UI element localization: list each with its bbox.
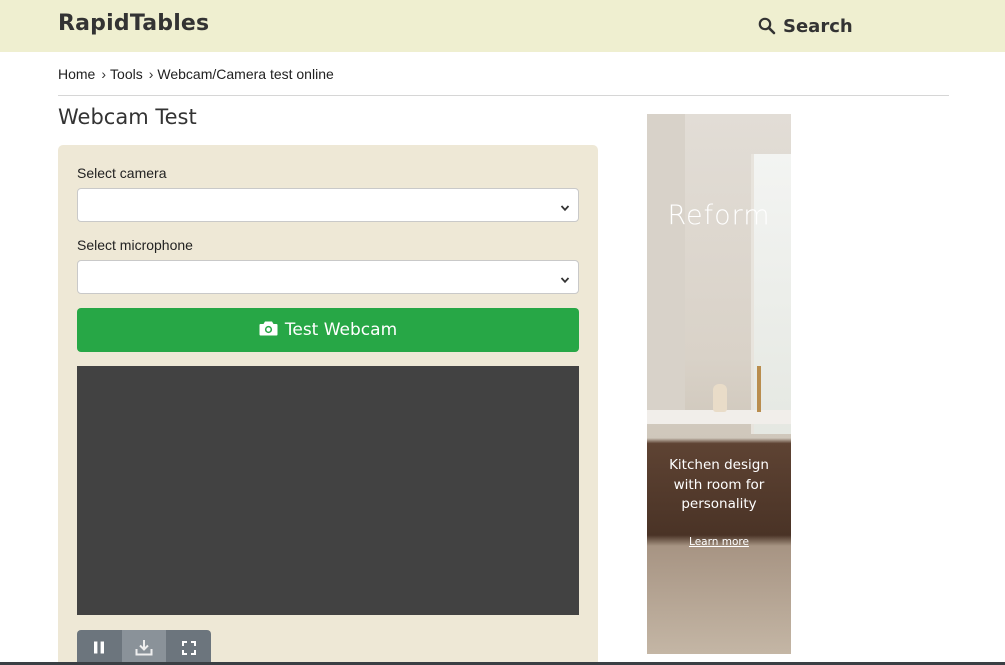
breadcrumb-current[interactable]: Webcam/Camera test online xyxy=(157,66,333,82)
test-webcam-label: Test Webcam xyxy=(284,320,398,340)
chevron-down-icon xyxy=(560,200,570,218)
video-controls xyxy=(77,630,211,665)
search-label: Search xyxy=(783,15,853,37)
microphone-label: Select microphone xyxy=(77,237,193,253)
breadcrumb-tools[interactable]: Tools xyxy=(110,66,143,82)
page-title: Webcam Test xyxy=(58,105,197,129)
ad-learn-more-link[interactable]: Learn more xyxy=(647,536,791,548)
chevron-down-icon xyxy=(560,272,570,290)
ad-image-vase xyxy=(713,384,727,412)
microphone-select[interactable] xyxy=(77,260,579,294)
pause-button[interactable] xyxy=(77,630,122,665)
test-webcam-button[interactable]: Test Webcam xyxy=(77,308,579,352)
fullscreen-button[interactable] xyxy=(166,630,211,665)
download-icon xyxy=(135,639,153,661)
ad-brand: Reform xyxy=(667,200,771,231)
camera-label: Select camera xyxy=(77,165,167,181)
webcam-panel: Select camera Select microphone Test Web… xyxy=(58,145,598,665)
search-icon xyxy=(758,17,776,35)
breadcrumb-separator: › xyxy=(148,66,154,82)
search-button[interactable]: Search xyxy=(758,13,853,39)
breadcrumb: Home › Tools › Webcam/Camera test online xyxy=(58,66,334,82)
ad-image-counter xyxy=(647,410,791,424)
video-preview xyxy=(77,366,579,615)
ad-tagline: Kitchen design with room for personality xyxy=(669,457,769,512)
pause-icon xyxy=(93,641,105,659)
breadcrumb-separator: › xyxy=(101,66,107,82)
top-header: RapidTables Search xyxy=(0,0,1005,52)
camera-icon xyxy=(259,320,278,341)
breadcrumb-home[interactable]: Home xyxy=(58,66,95,82)
site-logo[interactable]: RapidTables xyxy=(58,11,209,36)
camera-select[interactable] xyxy=(77,188,579,222)
divider xyxy=(58,95,949,96)
ad-image-tap xyxy=(757,366,761,412)
fullscreen-icon xyxy=(181,640,196,660)
download-button[interactable] xyxy=(121,630,167,665)
advertisement-banner[interactable]: Reform Kitchen design with room for pers… xyxy=(647,114,791,654)
ad-image-wall xyxy=(647,114,685,414)
